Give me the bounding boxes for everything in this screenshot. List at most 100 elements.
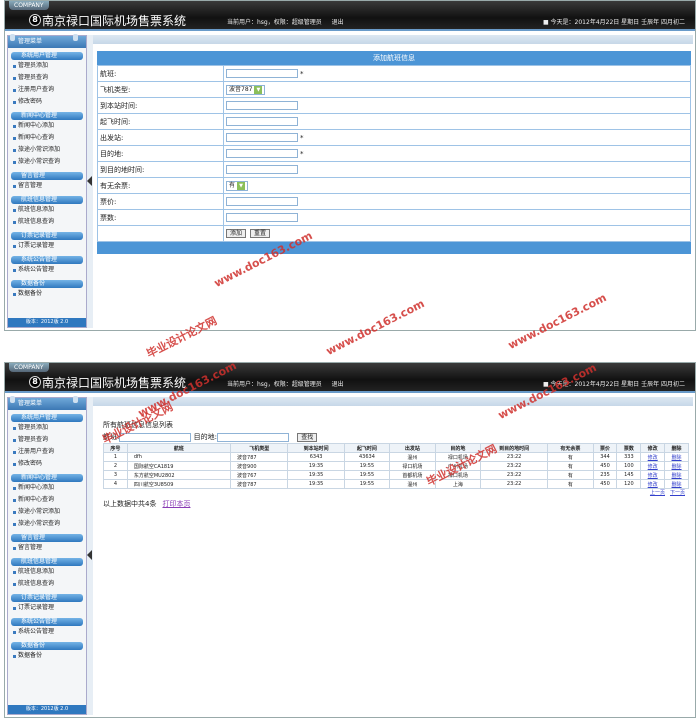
version-label: 版本：2012版 2.0 <box>8 318 86 327</box>
search-button[interactable]: 查找 <box>297 433 318 442</box>
cell: 4 <box>103 479 128 489</box>
sidebar-item[interactable]: 航班信息查询 <box>8 578 86 590</box>
sidebar-item[interactable]: 旅途小常识查询 <box>8 156 86 168</box>
group-users[interactable]: 系统用户管理 <box>11 414 83 422</box>
sidebar-item[interactable]: 数据备份 <box>8 288 86 300</box>
sidebar: 管理菜单 系统用户管理 管理员添加 管理员查询 注册用户查询 修改密码 新闻中心… <box>7 396 87 715</box>
sidebar-item[interactable]: 旅途小常识查询 <box>8 518 86 530</box>
sidebar-item[interactable]: 数据备份 <box>8 650 86 662</box>
delete-link[interactable]: 删除 <box>672 482 682 488</box>
sidebar-item[interactable]: 新闻中心添加 <box>8 120 86 132</box>
origin-input[interactable] <box>226 133 298 142</box>
sidebar-item[interactable]: 旅途小常识添加 <box>8 506 86 518</box>
collapse-arrow-icon[interactable] <box>87 175 92 186</box>
pin-icon <box>73 396 78 403</box>
cell: 国际航空CA1819 <box>126 461 232 471</box>
group-news[interactable]: 新闻中心管理 <box>11 112 83 120</box>
sidebar-item[interactable]: 新闻中心添加 <box>8 482 86 494</box>
edit-link[interactable]: 修改 <box>648 455 658 461</box>
group-users[interactable]: 系统用户管理 <box>11 52 83 60</box>
logout-link[interactable]: 退出 <box>332 381 344 388</box>
dest-arrival-input[interactable] <box>226 165 298 174</box>
aircraft-select[interactable]: 波音787 ▼ <box>226 84 266 95</box>
cell: 100 <box>616 461 642 471</box>
arrival-time-input[interactable] <box>226 101 298 110</box>
cell: 波音767 <box>230 470 289 480</box>
sidebar-item[interactable]: 管理员查询 <box>8 72 86 84</box>
sidebar-item[interactable]: 系统公告管理 <box>8 264 86 276</box>
ticket-count-input[interactable] <box>226 213 298 222</box>
watermark-text: 毕业设计论文网 <box>144 314 219 361</box>
cell: 19:55 <box>343 470 391 480</box>
logout-link[interactable]: 退出 <box>332 19 344 26</box>
tickets-left-select[interactable]: 有 ▼ <box>226 180 249 191</box>
cell: 344 <box>592 452 618 462</box>
sidebar-item[interactable]: 留言管理 <box>8 542 86 554</box>
cell: 6343 <box>287 452 345 462</box>
sidebar-item[interactable]: 管理员添加 <box>8 422 86 434</box>
add-button[interactable]: 添加 <box>226 229 247 238</box>
delete-link[interactable]: 删除 <box>672 464 682 470</box>
edit-link[interactable]: 修改 <box>648 464 658 470</box>
sidebar-item[interactable]: 修改密码 <box>8 458 86 470</box>
table-row: 1 dfh 波音787 6343 43634 温州 禄口机场 23:22 有 344 333 修改 删除 <box>103 452 689 462</box>
price-input[interactable] <box>226 197 298 206</box>
flight-input[interactable] <box>226 69 298 78</box>
cell: 2 <box>103 461 128 471</box>
sidebar: 管理菜单 系统用户管理 管理员添加 管理员查询 注册用户查询 修改密码 新闻中心… <box>7 34 87 328</box>
group-announcements[interactable]: 系统公告管理 <box>11 618 83 626</box>
group-backup[interactable]: 数据备份 <box>11 280 83 288</box>
field-label: 航班: <box>97 65 224 82</box>
sidebar-item[interactable]: 新闻中心查询 <box>8 494 86 506</box>
edit-link[interactable]: 修改 <box>648 482 658 488</box>
group-flights[interactable]: 航班信息管理 <box>11 196 83 204</box>
sidebar-item[interactable]: 订票记录管理 <box>8 602 86 614</box>
edit-link[interactable]: 修改 <box>648 473 658 479</box>
group-bookings[interactable]: 订票记录管理 <box>11 232 83 240</box>
delete-link[interactable]: 删除 <box>672 473 682 479</box>
next-page-link[interactable]: 下一页 <box>670 490 685 496</box>
column-header: 票价 <box>592 443 618 453</box>
group-announcements[interactable]: 系统公告管理 <box>11 256 83 264</box>
group-messages[interactable]: 留言管理 <box>11 534 83 542</box>
sidebar-item[interactable]: 注册用户查询 <box>8 84 86 96</box>
watermark-text: www.doc163.com <box>323 297 427 358</box>
sidebar-item[interactable]: 留言管理 <box>8 180 86 192</box>
logo-icon: 8 <box>29 376 41 388</box>
prev-page-link[interactable]: 上一页 <box>650 490 665 496</box>
group-flights[interactable]: 航班信息管理 <box>11 558 83 566</box>
cell: 禄口机场 <box>389 461 436 471</box>
group-backup[interactable]: 数据备份 <box>11 642 83 650</box>
content-topbar <box>93 35 693 44</box>
group-bookings[interactable]: 订票记录管理 <box>11 594 83 602</box>
sidebar-item[interactable]: 新闻中心查询 <box>8 132 86 144</box>
sidebar-item[interactable]: 管理员查询 <box>8 434 86 446</box>
reset-button[interactable]: 重置 <box>250 229 271 238</box>
sidebar-item[interactable]: 订票记录管理 <box>8 240 86 252</box>
sidebar-item[interactable]: 航班信息查询 <box>8 216 86 228</box>
sidebar-item[interactable]: 修改密码 <box>8 96 86 108</box>
sidebar-title-label: 管理菜单 <box>18 400 43 407</box>
group-messages[interactable]: 留言管理 <box>11 172 83 180</box>
sidebar-item[interactable]: 航班信息添加 <box>8 204 86 216</box>
add-flight-form: 添加航班信息 航班: * 飞机类型: 波音787 ▼ 到本站时间: 起飞时间: 出发站… <box>97 51 691 254</box>
departure-time-input[interactable] <box>226 117 298 126</box>
search-dest-input[interactable] <box>216 432 289 442</box>
destination-input[interactable] <box>226 149 298 158</box>
date-text: 今天是：2012年4月22日 星期日 壬辰年 四月初二 <box>550 19 685 26</box>
list-summary: 以上数据中共4条 打印本页 <box>103 499 689 509</box>
group-news[interactable]: 新闻中心管理 <box>11 474 83 482</box>
user-info: 当前用户：hsg，权限：超级管理员 退出 <box>227 379 352 388</box>
cell: 19:35 <box>287 461 345 471</box>
sidebar-item[interactable]: 注册用户查询 <box>8 446 86 458</box>
table-header-row: 序号 航班 飞机类型 到本站时间 起飞时间 出发站 目的地 到目的地时间 有无余… <box>103 443 689 453</box>
collapse-arrow-icon[interactable] <box>87 549 92 560</box>
delete-link[interactable]: 删除 <box>672 455 682 461</box>
sidebar-item[interactable]: 系统公告管理 <box>8 626 86 638</box>
field-label: 目的地: <box>97 145 224 162</box>
sidebar-item[interactable]: 旅途小常识添加 <box>8 144 86 156</box>
cell: 23:22 <box>480 461 549 471</box>
sidebar-item[interactable]: 航班信息添加 <box>8 566 86 578</box>
print-link[interactable]: 打印本页 <box>162 500 190 508</box>
sidebar-item[interactable]: 管理员添加 <box>8 60 86 72</box>
